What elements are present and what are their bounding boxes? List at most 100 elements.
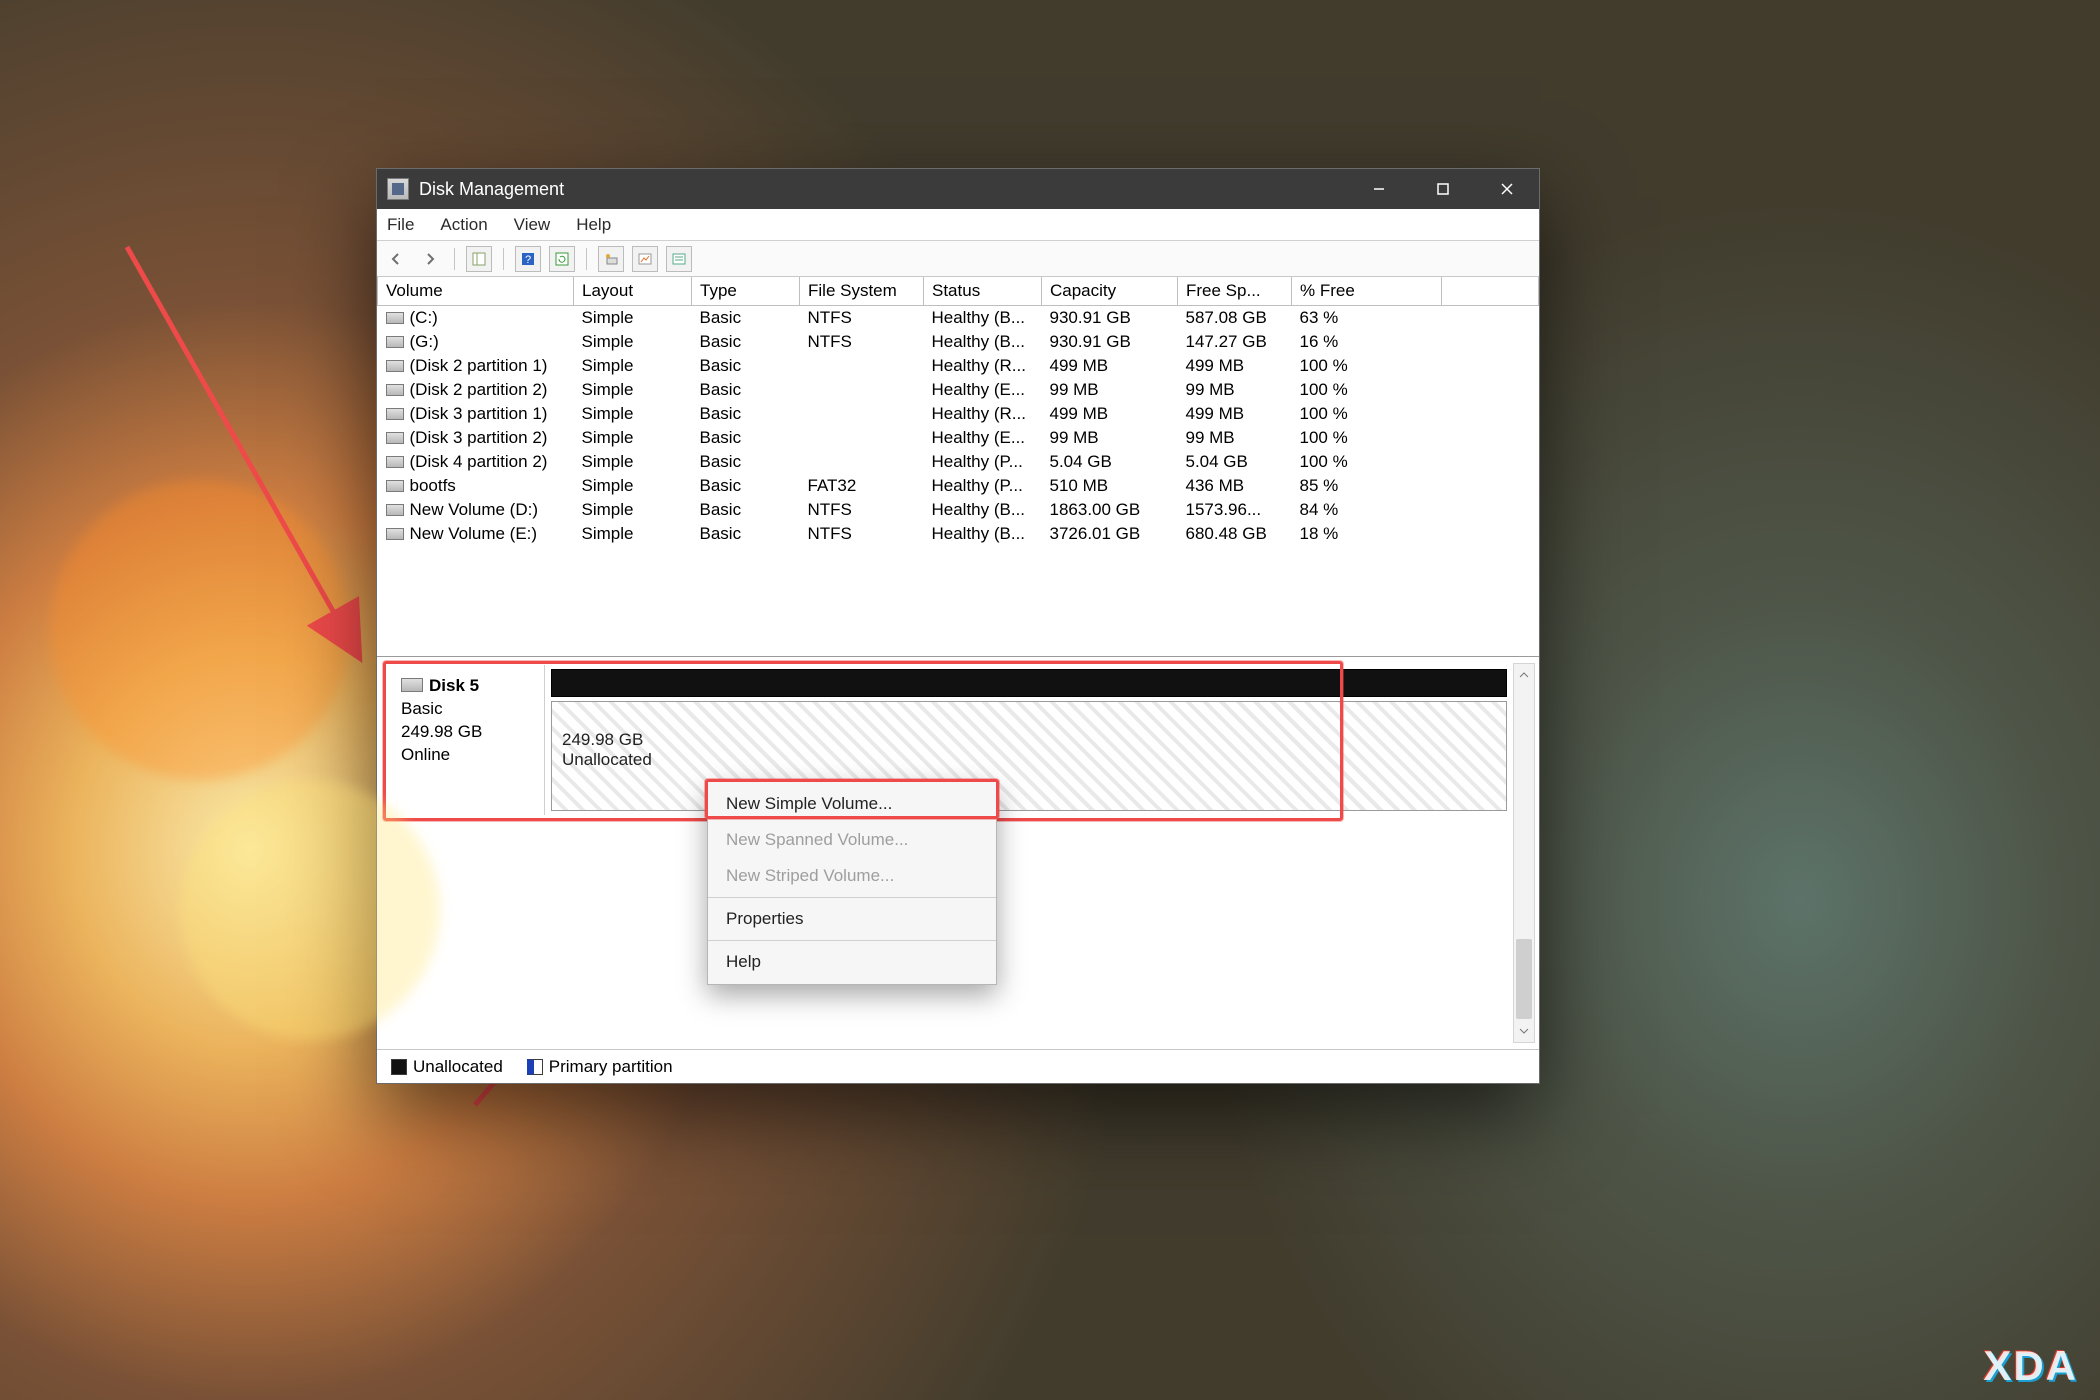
legend: Unallocated Primary partition [377, 1049, 1539, 1083]
disk-top-bar [551, 669, 1507, 697]
scroll-thumb[interactable] [1516, 939, 1532, 1019]
col-pctfree[interactable]: % Free [1292, 277, 1442, 306]
scroll-up[interactable] [1514, 664, 1534, 686]
cell-layout: Simple [574, 378, 692, 402]
cell-capacity: 5.04 GB [1042, 450, 1178, 474]
partition-unallocated[interactable]: 249.98 GB Unallocated [551, 701, 1507, 811]
toolbar-separator [454, 248, 455, 270]
cell-fs [800, 450, 924, 474]
col-free[interactable]: Free Sp... [1178, 277, 1292, 306]
disk-status: Online [401, 744, 532, 767]
table-row[interactable]: (C:)SimpleBasicNTFSHealthy (B...930.91 G… [378, 306, 1539, 331]
details-button[interactable] [666, 246, 692, 272]
volume-list[interactable]: Volume Layout Type File System Status Ca… [377, 277, 1539, 657]
cell-free: 5.04 GB [1178, 450, 1292, 474]
legend-primary: Primary partition [527, 1057, 673, 1077]
cell-fs: NTFS [800, 498, 924, 522]
refresh-button[interactable] [549, 246, 575, 272]
table-row[interactable]: bootfsSimpleBasicFAT32Healthy (P...510 M… [378, 474, 1539, 498]
cell-layout: Simple [574, 402, 692, 426]
disk-size: 249.98 GB [401, 721, 532, 744]
drive-icon [386, 456, 404, 468]
cell-fs: NTFS [800, 522, 924, 546]
drive-icon [386, 480, 404, 492]
menu-file[interactable]: File [385, 211, 416, 239]
cell-type: Basic [692, 474, 800, 498]
col-status[interactable]: Status [924, 277, 1042, 306]
cell-capacity: 99 MB [1042, 378, 1178, 402]
cell-status: Healthy (B... [924, 330, 1042, 354]
col-type[interactable]: Type [692, 277, 800, 306]
table-row[interactable]: (Disk 3 partition 1)SimpleBasicHealthy (… [378, 402, 1539, 426]
disk-icon [401, 678, 423, 692]
menu-separator [708, 897, 996, 898]
cell-free: 99 MB [1178, 378, 1292, 402]
menu-view[interactable]: View [512, 211, 553, 239]
forward-button[interactable] [417, 246, 443, 272]
table-row[interactable]: (G:)SimpleBasicNTFSHealthy (B...930.91 G… [378, 330, 1539, 354]
scrollbar[interactable] [1513, 663, 1535, 1043]
properties-button[interactable] [598, 246, 624, 272]
maximize-button[interactable] [1411, 169, 1475, 209]
disk-header[interactable]: Disk 5 Basic 249.98 GB Online [389, 665, 545, 815]
legend-unallocated: Unallocated [391, 1057, 503, 1077]
cell-free: 587.08 GB [1178, 306, 1292, 331]
col-capacity[interactable]: Capacity [1042, 277, 1178, 306]
disk-name: Disk 5 [429, 676, 479, 695]
table-row[interactable]: (Disk 2 partition 1)SimpleBasicHealthy (… [378, 354, 1539, 378]
drive-icon [386, 528, 404, 540]
cell-type: Basic [692, 450, 800, 474]
table-row[interactable]: (Disk 2 partition 2)SimpleBasicHealthy (… [378, 378, 1539, 402]
table-row[interactable]: (Disk 3 partition 2)SimpleBasicHealthy (… [378, 426, 1539, 450]
annotation-arrow-top [115, 235, 375, 665]
settings-button[interactable] [632, 246, 658, 272]
disk-graphical-pane: Disk 5 Basic 249.98 GB Online 249.98 GB … [377, 657, 1539, 1083]
help-button[interactable]: ? [515, 246, 541, 272]
menu-new-spanned-volume: New Spanned Volume... [708, 822, 996, 858]
cell-type: Basic [692, 306, 800, 331]
cell-pct: 84 % [1292, 498, 1442, 522]
drive-icon [386, 384, 404, 396]
scroll-down[interactable] [1514, 1020, 1534, 1042]
cell-type: Basic [692, 330, 800, 354]
menu-new-simple-volume[interactable]: New Simple Volume... [708, 786, 996, 822]
col-volume[interactable]: Volume [378, 277, 574, 306]
partition-state: Unallocated [562, 750, 1496, 770]
table-row[interactable]: New Volume (E:)SimpleBasicNTFSHealthy (B… [378, 522, 1539, 546]
col-spare[interactable] [1442, 277, 1539, 306]
col-filesystem[interactable]: File System [800, 277, 924, 306]
swatch-unallocated-icon [391, 1059, 407, 1075]
cell-status: Healthy (R... [924, 354, 1042, 378]
cell-volume: New Volume (D:) [378, 498, 574, 522]
table-row[interactable]: (Disk 4 partition 2)SimpleBasicHealthy (… [378, 450, 1539, 474]
cell-type: Basic [692, 522, 800, 546]
cell-free: 99 MB [1178, 426, 1292, 450]
menu-help[interactable]: Help [708, 944, 996, 980]
cell-volume: (G:) [378, 330, 574, 354]
disk-graphic: 249.98 GB Unallocated [545, 665, 1511, 815]
volume-list-header[interactable]: Volume Layout Type File System Status Ca… [378, 277, 1539, 306]
table-row[interactable]: New Volume (D:)SimpleBasicNTFSHealthy (B… [378, 498, 1539, 522]
minimize-button[interactable] [1347, 169, 1411, 209]
cell-layout: Simple [574, 474, 692, 498]
menu-help[interactable]: Help [574, 211, 613, 239]
watermark: XDA [1983, 1342, 2078, 1390]
toolbar-separator [503, 248, 504, 270]
back-button[interactable] [383, 246, 409, 272]
cell-layout: Simple [574, 426, 692, 450]
menu-action[interactable]: Action [438, 211, 489, 239]
cell-status: Healthy (B... [924, 498, 1042, 522]
close-button[interactable] [1475, 169, 1539, 209]
window-title: Disk Management [419, 179, 564, 200]
drive-icon [386, 408, 404, 420]
menu-properties[interactable]: Properties [708, 901, 996, 937]
cell-capacity: 930.91 GB [1042, 330, 1178, 354]
titlebar[interactable]: Disk Management [377, 169, 1539, 209]
show-tree-button[interactable] [466, 246, 492, 272]
disk-management-window: Disk Management File Action View Help ? [376, 168, 1540, 1084]
col-layout[interactable]: Layout [574, 277, 692, 306]
disk-type: Basic [401, 698, 532, 721]
cell-layout: Simple [574, 354, 692, 378]
cell-capacity: 499 MB [1042, 354, 1178, 378]
drive-icon [386, 360, 404, 372]
